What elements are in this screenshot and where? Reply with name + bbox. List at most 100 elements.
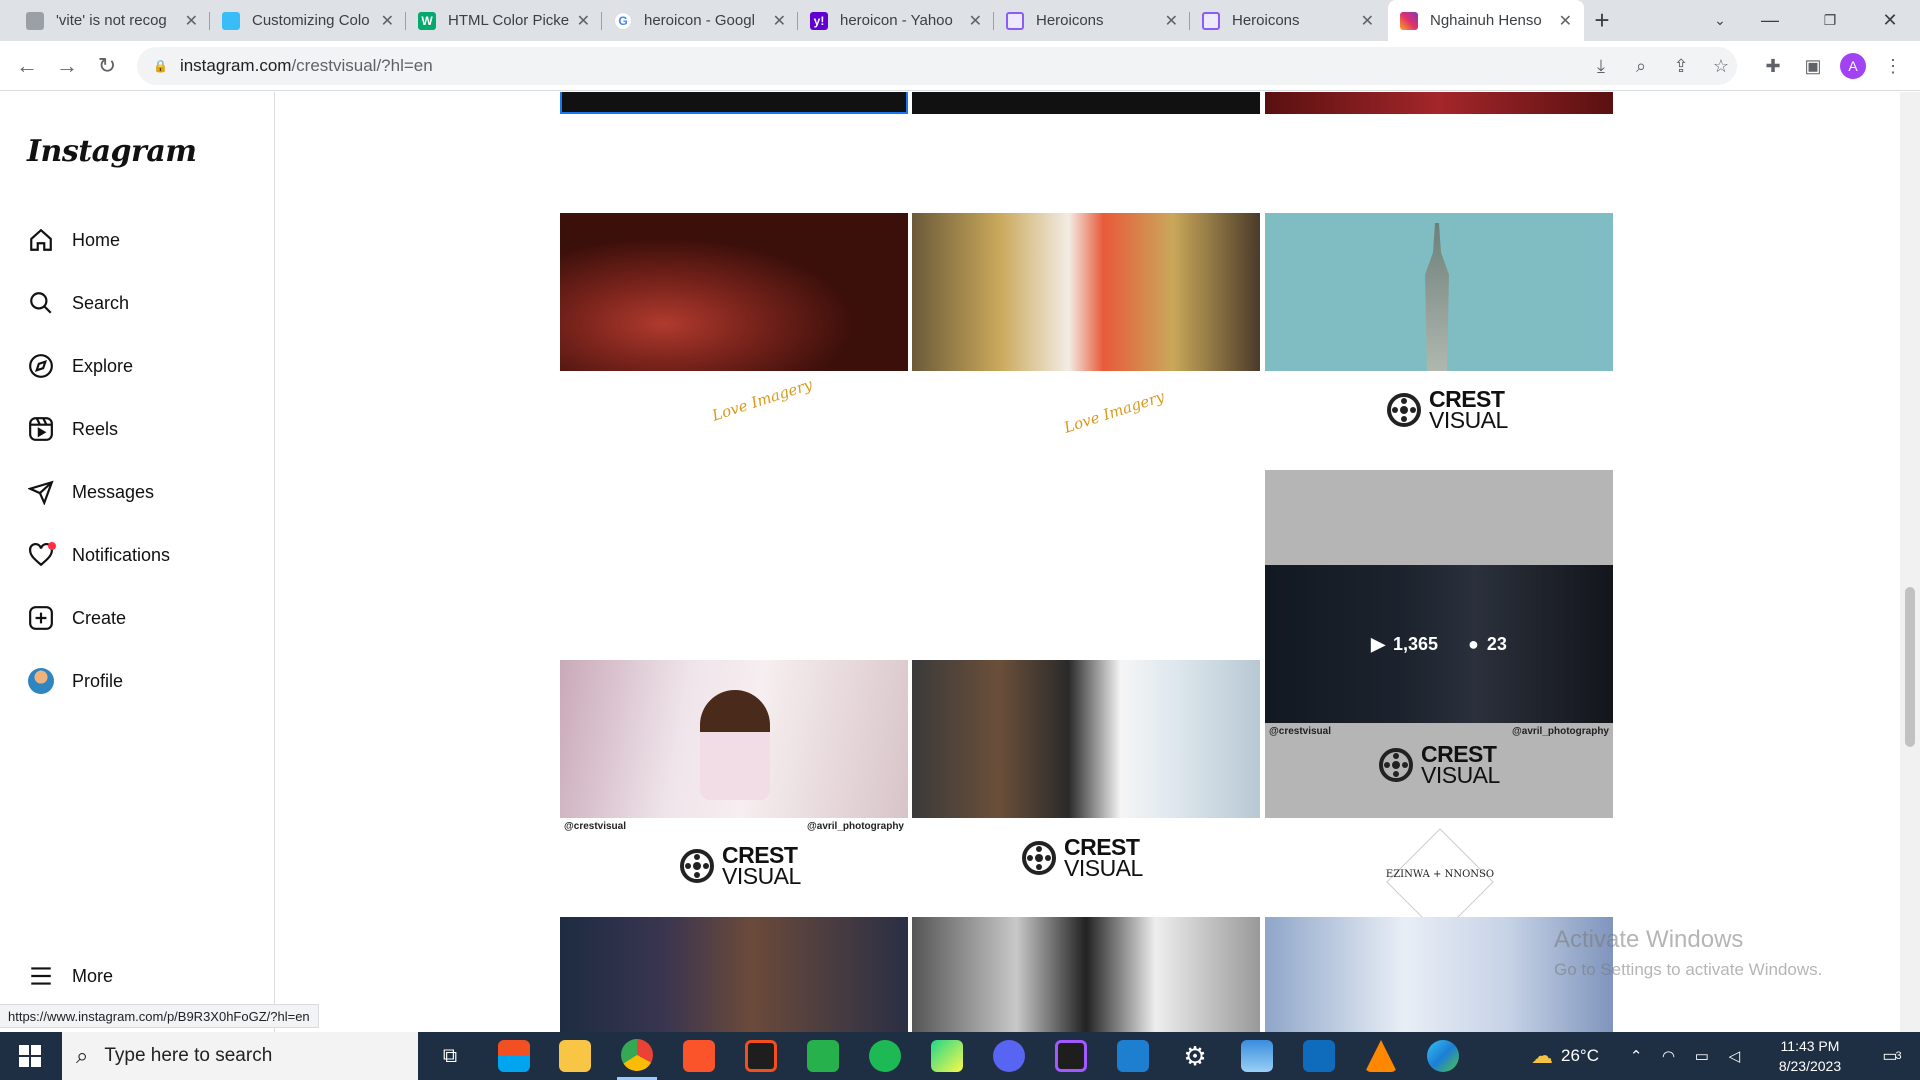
task-view-icon[interactable]: ⧉	[430, 1032, 470, 1080]
browser-tab[interactable]: 'vite' is not recog ✕	[14, 0, 210, 41]
post-thumbnail[interactable]	[560, 92, 908, 114]
nav-messages[interactable]: Messages	[26, 472, 154, 512]
photographer-credit: @avril_photography	[807, 821, 904, 832]
brave-app[interactable]	[679, 1032, 719, 1080]
photos-app[interactable]	[1237, 1032, 1277, 1080]
restore-button[interactable]: ❐	[1800, 0, 1860, 41]
post-thumbnail[interactable]: Love Imagery	[912, 213, 1260, 561]
crest-visual-logo: CREST VISUAL	[1022, 836, 1143, 879]
browser-tab[interactable]: G heroicon - Googl ✕	[602, 0, 798, 41]
page-scrollbar[interactable]	[1900, 92, 1920, 1032]
share-icon[interactable]: ⇪	[1668, 53, 1694, 79]
boy-dancing-image	[560, 660, 908, 818]
post-thumbnail[interactable]	[912, 917, 1260, 1032]
coral-beads-image	[560, 213, 908, 371]
menu-kebab-icon[interactable]: ⋮	[1880, 53, 1906, 79]
figma-app-2[interactable]	[1051, 1032, 1091, 1080]
minimize-button[interactable]: —	[1740, 0, 1800, 41]
discord-app[interactable]	[989, 1032, 1029, 1080]
nav-more[interactable]: More	[26, 956, 113, 996]
browser-tab[interactable]: W HTML Color Picke ✕	[406, 0, 602, 41]
spotify-app[interactable]	[865, 1032, 905, 1080]
settings-app[interactable]: ⚙	[1175, 1032, 1215, 1080]
profile-avatar[interactable]: A	[1840, 53, 1866, 79]
app-icon	[1303, 1040, 1335, 1072]
chrome-icon	[621, 1038, 653, 1071]
clock[interactable]: 11:43 PM 8/23/2023	[1750, 1032, 1870, 1080]
new-tab-button[interactable]: +	[1582, 0, 1622, 41]
taskbar-search[interactable]: ⌕ Type here to search	[62, 1032, 418, 1080]
post-thumbnail[interactable]: Love Imagery	[560, 213, 908, 561]
browser-tab-active[interactable]: Nghainuh Henso ✕	[1388, 0, 1584, 41]
tab-title: heroicon - Yahoo	[840, 12, 953, 29]
browser-tab[interactable]: Heroicons ✕	[994, 0, 1190, 41]
address-bar[interactable]: 🔒 instagram.com/crestvisual/?hl=en	[137, 47, 1737, 85]
nav-explore[interactable]: Explore	[26, 346, 133, 386]
app-green[interactable]	[803, 1032, 843, 1080]
edge-app[interactable]	[1423, 1032, 1463, 1080]
battery-icon[interactable]: ▭	[1695, 1047, 1709, 1065]
nav-notifications[interactable]: Notifications	[26, 535, 170, 575]
close-icon[interactable]: ✕	[185, 11, 198, 31]
chevron-up-icon[interactable]: ⌃	[1630, 1047, 1643, 1065]
browser-tab[interactable]: y! heroicon - Yahoo ✕	[798, 0, 994, 41]
post-thumbnail[interactable]: CREST VISUAL	[912, 565, 1260, 913]
nav-reels[interactable]: Reels	[26, 409, 118, 449]
close-icon[interactable]: ✕	[577, 11, 590, 31]
post-thumbnail[interactable]	[1265, 92, 1613, 114]
close-icon[interactable]: ✕	[969, 11, 982, 31]
pycharm-app[interactable]	[927, 1032, 967, 1080]
nav-search[interactable]: Search	[26, 283, 129, 323]
start-button[interactable]	[0, 1032, 60, 1080]
comment-icon: ●	[1467, 633, 1479, 654]
browser-tab[interactable]: Heroicons ✕	[1190, 0, 1386, 41]
wifi-icon[interactable]: ◠	[1662, 1047, 1675, 1065]
chrome-app[interactable]	[617, 1032, 657, 1080]
extensions-icon[interactable]: ✚	[1760, 53, 1786, 79]
vscode-app[interactable]	[1113, 1032, 1153, 1080]
back-button[interactable]: ←	[12, 51, 42, 81]
pen-icon	[807, 1040, 839, 1072]
install-icon[interactable]: ⤓	[1588, 53, 1614, 79]
vlc-app[interactable]	[1361, 1032, 1401, 1080]
instagram-icon	[1400, 11, 1418, 30]
film-reel-icon	[1022, 840, 1056, 875]
figma-app[interactable]	[741, 1032, 781, 1080]
close-icon[interactable]: ✕	[1165, 11, 1178, 31]
instagram-logo[interactable]: Instagram	[27, 134, 197, 169]
volume-icon[interactable]: ◁	[1729, 1047, 1741, 1065]
notification-center-button[interactable]: ▭ 3	[1872, 1032, 1912, 1080]
close-icon[interactable]: ✕	[1559, 11, 1572, 31]
figma-icon	[1055, 1040, 1087, 1072]
nav-label: Profile	[72, 670, 124, 691]
reload-button[interactable]: ↻	[92, 51, 122, 81]
weather-widget[interactable]: ☁ 26°C	[1510, 1032, 1620, 1080]
nav-home[interactable]: Home	[26, 220, 120, 260]
forward-button[interactable]: →	[52, 51, 82, 81]
figma-icon	[745, 1040, 777, 1072]
close-icon[interactable]: ✕	[773, 11, 786, 31]
pycharm-icon	[931, 1040, 963, 1072]
visual-word: VISUAL	[1421, 761, 1500, 788]
tab-title: HTML Color Picke	[448, 12, 570, 29]
close-icon[interactable]: ✕	[381, 11, 394, 31]
close-window-button[interactable]: ✕	[1860, 0, 1920, 41]
post-thumbnail-hovered[interactable]: ▶ 1,365 ● 23 @crestvisual @avril_photogr…	[1265, 470, 1613, 818]
side-panel-icon[interactable]: ▣	[1800, 53, 1826, 79]
close-icon[interactable]: ✕	[1361, 11, 1374, 31]
app-blue[interactable]	[1299, 1032, 1339, 1080]
post-thumbnail[interactable]: @crestvisual @avril_photography CREST VIS…	[560, 565, 908, 913]
url-path: /crestvisual/?hl=en	[291, 56, 433, 75]
store-app[interactable]	[494, 1032, 534, 1080]
file-explorer-app[interactable]	[555, 1032, 595, 1080]
nav-profile[interactable]: Profile	[26, 661, 123, 701]
post-thumbnail[interactable]	[912, 92, 1260, 114]
scrollbar-thumb[interactable]	[1905, 587, 1915, 747]
system-tray[interactable]: ⌃ ◠ ▭ ◁	[1620, 1032, 1750, 1080]
bookmark-star-icon[interactable]: ☆	[1708, 53, 1734, 79]
browser-tab[interactable]: Customizing Colo ✕	[210, 0, 406, 41]
post-thumbnail[interactable]	[560, 917, 908, 1032]
compass-icon	[26, 351, 56, 381]
zoom-icon[interactable]: ⌕	[1628, 53, 1654, 79]
nav-create[interactable]: Create	[26, 598, 126, 638]
